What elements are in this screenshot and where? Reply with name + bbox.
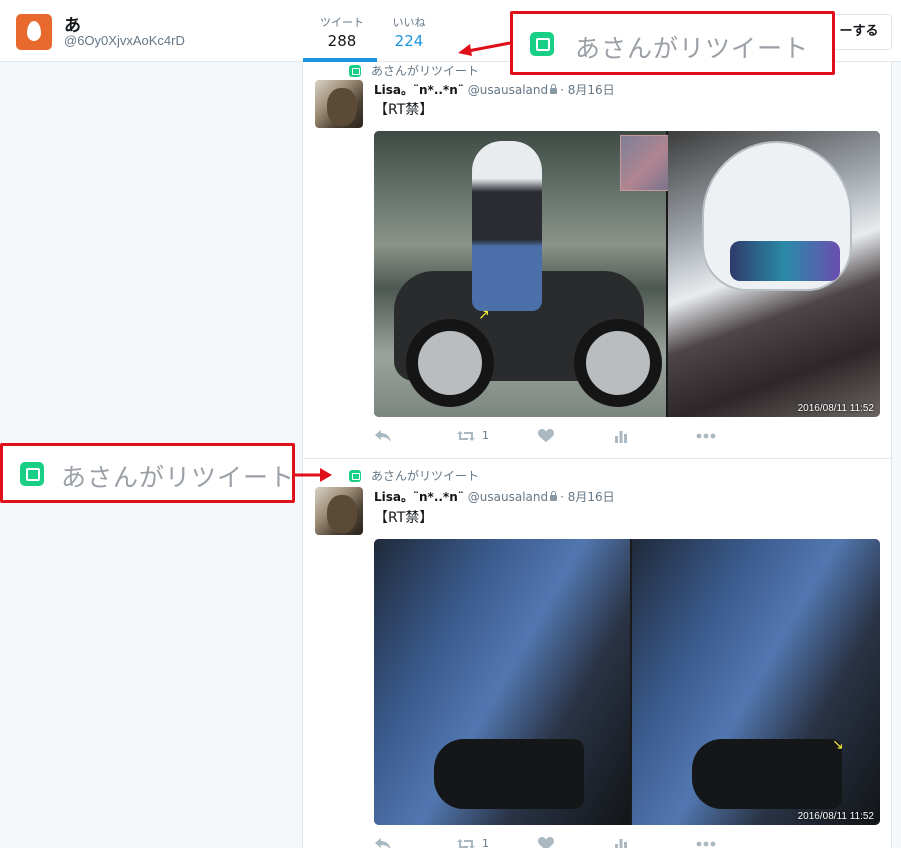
timeline: あさんがリツイート Lisa。¨n*..*n¨ @usausaland · 8月16… <box>302 62 893 848</box>
tab-tweets[interactable]: ツイート 288 <box>310 14 374 50</box>
retweet-icon <box>530 32 554 56</box>
annotation-callout-top: あさんがリツイート <box>510 11 835 75</box>
retweet-button[interactable]: 1 <box>456 836 489 848</box>
annotation-callout-left: あさんがリツイート <box>0 443 295 503</box>
yellow-arrow-icon: ↘ <box>832 737 844 753</box>
retweet-icon <box>349 65 361 77</box>
retweet-context-text: あさんがリツイート <box>371 469 480 483</box>
tweet-actions: 1 <box>374 836 734 848</box>
tweet-header: Lisa。¨n*..*n¨ @usausaland · 8月16日 <box>374 488 615 505</box>
retweet-button[interactable]: 1 <box>456 428 489 443</box>
red-arrow-icon <box>294 468 332 482</box>
tweets-label: ツイート <box>320 16 364 29</box>
heart-icon <box>538 428 554 442</box>
media-photo-helmet-closeup[interactable] <box>668 131 880 417</box>
red-arrow-icon <box>458 41 511 56</box>
tweet-date[interactable]: · 8月16日 <box>560 83 615 97</box>
media-photo-boot-left[interactable] <box>374 539 630 825</box>
tweet-media[interactable]: ↘ 2016/08/11 11:52 <box>374 539 880 825</box>
lock-icon <box>550 84 558 94</box>
avatar-image <box>327 88 357 126</box>
retweet-context: あさんがリツイート <box>349 62 479 78</box>
retweet-action-icon <box>457 430 475 441</box>
retweet-icon <box>349 470 361 482</box>
tweet-text: 【RT禁】 <box>374 102 434 118</box>
image-timestamp: 2016/08/11 11:52 <box>797 811 874 822</box>
tab-likes[interactable]: いいね 224 <box>378 14 440 50</box>
retweet-action-icon <box>457 838 475 848</box>
more-icon <box>696 433 716 438</box>
reply-button[interactable] <box>374 836 392 848</box>
boot-shape <box>434 739 584 809</box>
like-button[interactable] <box>538 836 554 848</box>
yellow-arrow-icon: ↗ <box>478 307 490 323</box>
wheel-shape <box>406 319 494 407</box>
tweet-date[interactable]: · 8月16日 <box>560 490 615 504</box>
egg-icon <box>27 21 41 41</box>
more-button[interactable] <box>696 428 716 442</box>
visor-shape <box>730 241 840 281</box>
tweets-count: 288 <box>327 32 357 50</box>
likes-count: 224 <box>394 32 424 50</box>
media-photo-boot-right[interactable]: ↘ <box>632 539 880 825</box>
follow-button[interactable]: ーする <box>826 14 892 50</box>
tweet-item[interactable]: あさんがリツイート Lisa。¨n*..*n¨ @usausaland · 8月16… <box>303 460 893 848</box>
rider-shape <box>472 141 542 311</box>
analytics-button[interactable] <box>614 428 628 443</box>
like-button[interactable] <box>538 428 554 443</box>
retweet-context-text: あさんがリツイート <box>371 64 480 78</box>
media-photo-motorcycle[interactable]: ↗ <box>374 131 682 417</box>
reply-icon <box>375 429 391 442</box>
author-avatar[interactable] <box>315 487 363 535</box>
analytics-button[interactable] <box>614 836 628 848</box>
image-timestamp: 2016/08/11 11:52 <box>797 403 874 414</box>
tweet-header: Lisa。¨n*..*n¨ @usausaland · 8月16日 <box>374 81 615 98</box>
tweet-actions: 1 <box>374 428 734 446</box>
more-icon <box>696 841 716 846</box>
annotation-text: あさんがリツイート <box>61 463 296 492</box>
author-avatar[interactable] <box>315 80 363 128</box>
profile-handle[interactable]: @6Oy0XjvxAoKc4rD <box>64 33 185 48</box>
tweet-media[interactable]: ↗ 2016/08/11 11:52 <box>374 131 880 417</box>
avatar-image <box>327 495 357 533</box>
tweet-text: 【RT禁】 <box>374 510 434 526</box>
author-username[interactable]: @usausaland <box>468 490 548 504</box>
tweet-item[interactable]: あさんがリツイート Lisa。¨n*..*n¨ @usausaland · 8月16… <box>303 62 893 459</box>
retweet-icon <box>20 462 44 486</box>
lock-icon <box>550 491 558 501</box>
author-display-name[interactable]: Lisa。¨n*..*n¨ <box>374 83 464 97</box>
reply-icon <box>375 837 391 848</box>
reply-button[interactable] <box>374 428 392 443</box>
more-button[interactable] <box>696 836 716 848</box>
likes-label: いいね <box>392 16 426 29</box>
retweet-count: 1 <box>482 837 489 848</box>
profile-avatar[interactable] <box>16 14 52 50</box>
author-display-name[interactable]: Lisa。¨n*..*n¨ <box>374 490 464 504</box>
wheel-shape <box>574 319 662 407</box>
analytics-icon <box>615 430 627 443</box>
retweet-count: 1 <box>482 429 489 442</box>
annotation-text: あさんがリツイート <box>575 34 810 63</box>
heart-icon <box>538 836 554 848</box>
boot-shape <box>692 739 842 809</box>
retweet-context: あさんがリツイート <box>349 467 479 483</box>
analytics-icon <box>615 838 627 848</box>
author-username[interactable]: @usausaland <box>468 83 548 97</box>
